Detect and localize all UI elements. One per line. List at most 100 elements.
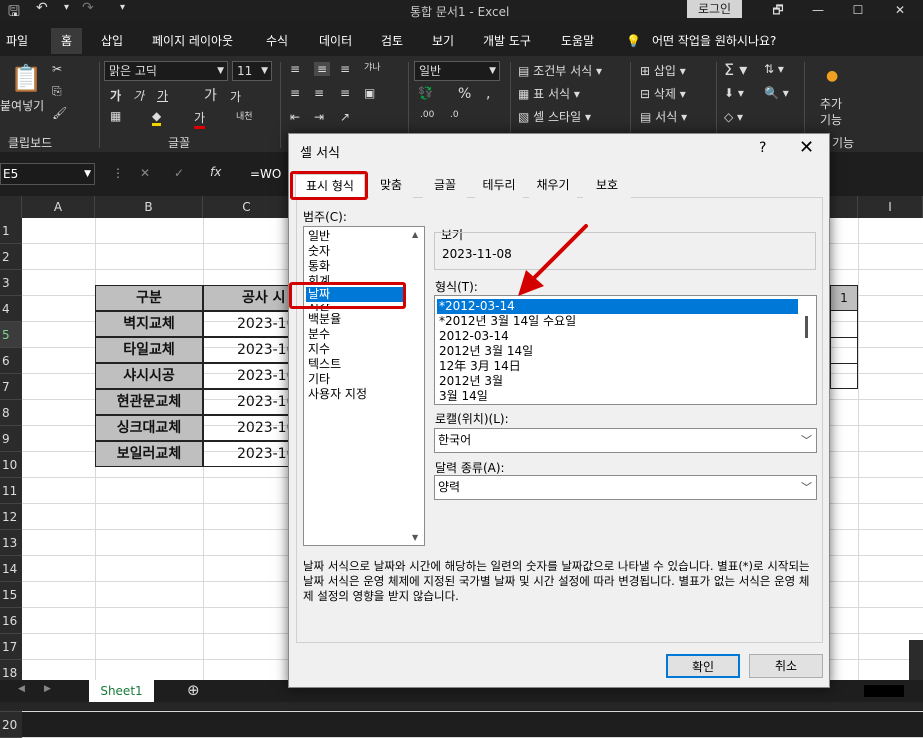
insert-cells-button[interactable]: ⊞ 삽입 ▾: [640, 62, 686, 79]
date-cell[interactable]: 2023-10: [203, 363, 291, 389]
insert-function-icon[interactable]: fx: [210, 165, 221, 179]
tab-file[interactable]: 파일: [6, 28, 28, 54]
underline-button[interactable]: 가: [157, 87, 168, 104]
list-item[interactable]: 2012-03-14: [439, 329, 509, 344]
addin-button[interactable]: 추가 기능: [820, 96, 842, 128]
column-header-b[interactable]: B: [95, 196, 203, 218]
tab-protection[interactable]: 보호: [583, 174, 631, 198]
sheet-tab-sheet1[interactable]: Sheet1: [89, 680, 154, 704]
row-header[interactable]: 15: [0, 582, 22, 608]
format-type-listbox[interactable]: *2012-03-14 *2012년 3월 14일 수요일 2012-03-14…: [434, 295, 817, 405]
phonetic-icon[interactable]: 내천: [236, 109, 253, 122]
find-select-icon[interactable]: 🔍 ▾: [764, 86, 789, 100]
list-item[interactable]: 텍스트: [308, 357, 341, 372]
number-format-combo[interactable]: 일반 ▼: [414, 61, 500, 81]
row-header[interactable]: 13: [0, 530, 22, 556]
locale-select[interactable]: 한국어 ﹀: [434, 428, 817, 453]
list-item[interactable]: 통화: [308, 259, 330, 274]
prev-sheet-icon[interactable]: ◀: [18, 684, 25, 694]
maximize-button[interactable]: ☐: [840, 0, 876, 22]
header-cell-right[interactable]: 1: [830, 285, 858, 311]
tab-font[interactable]: 글꼴: [423, 174, 467, 198]
horizontal-scrollbar[interactable]: [864, 685, 904, 697]
row-header[interactable]: 5: [0, 322, 22, 348]
list-item[interactable]: 3월 14일: [439, 389, 488, 404]
conditional-format-button[interactable]: ▤ 조건부 서식 ▾: [518, 62, 602, 79]
delete-cells-button[interactable]: ⊟ 삭제 ▾: [640, 85, 686, 102]
ok-button[interactable]: 확인: [666, 654, 740, 678]
format-cells-button[interactable]: ▤ 서식 ▾: [640, 108, 687, 125]
list-item[interactable]: 숫자: [308, 244, 330, 259]
font-name-combo[interactable]: 맑은 고딕 ▼: [104, 61, 228, 81]
row-header[interactable]: 16: [0, 608, 22, 634]
list-item[interactable]: 2012년 3월: [439, 374, 503, 389]
bold-button[interactable]: 가: [110, 87, 121, 104]
align-left-icon[interactable]: ≡: [290, 86, 300, 100]
list-item[interactable]: 2012년 3월 14일: [439, 344, 533, 359]
decrease-decimal-icon[interactable]: .0: [450, 110, 459, 120]
row-header[interactable]: 3: [0, 270, 22, 296]
date-cell[interactable]: 2023-10: [203, 389, 291, 415]
accounting-format-icon[interactable]: 💱: [418, 86, 433, 100]
next-sheet-icon[interactable]: ▶: [44, 684, 51, 694]
format-as-table-button[interactable]: ▦ 표 서식 ▾: [518, 85, 580, 102]
italic-button[interactable]: 가: [133, 87, 144, 104]
tab-page-layout[interactable]: 페이지 레이아웃: [152, 28, 233, 54]
increase-indent-icon[interactable]: ⇥: [314, 110, 324, 124]
row-header[interactable]: 11: [0, 478, 22, 504]
row-header[interactable]: 12: [0, 504, 22, 530]
list-item[interactable]: 사용자 지정: [308, 387, 367, 402]
header-cell-date[interactable]: 공사 시: [203, 285, 291, 311]
copy-icon[interactable]: ⎘: [52, 84, 62, 99]
column-header-h[interactable]: [830, 196, 858, 218]
decrease-indent-icon[interactable]: ⇤: [290, 110, 300, 124]
select-all-corner[interactable]: [0, 196, 22, 218]
row-header[interactable]: 14: [0, 556, 22, 582]
scroll-down-icon[interactable]: ▼: [412, 533, 418, 542]
top-align-icon[interactable]: ≡: [290, 62, 300, 76]
paste-icon[interactable]: 📋: [10, 64, 42, 94]
middle-align-icon[interactable]: ≡: [314, 62, 331, 76]
date-cell[interactable]: 2023-10: [203, 337, 291, 363]
orientation-icon[interactable]: ↗: [340, 110, 350, 124]
calendar-type-select[interactable]: 양력 ﹀: [434, 475, 817, 500]
paste-button[interactable]: 붙여넣기: [0, 97, 44, 114]
help-button[interactable]: ?: [759, 140, 766, 156]
save-icon[interactable]: 🖫: [8, 1, 20, 25]
decrease-font-button[interactable]: 가: [230, 88, 241, 105]
row-header[interactable]: 10: [0, 452, 22, 478]
tell-me-search[interactable]: 어떤 작업을 원하시나요?: [652, 28, 776, 54]
tab-fill[interactable]: 채우기: [529, 174, 577, 198]
list-item[interactable]: 지수: [308, 342, 330, 357]
fill-icon[interactable]: ⬇ ▾: [724, 86, 744, 100]
close-window-button[interactable]: ✕: [882, 0, 918, 22]
autosum-icon[interactable]: Σ ▾: [724, 60, 747, 79]
undo-icon[interactable]: ↶: [36, 0, 48, 16]
tab-help[interactable]: 도움말: [561, 28, 594, 54]
align-center-icon[interactable]: ≡: [314, 86, 324, 100]
name-box[interactable]: E5 ▼: [0, 163, 95, 185]
column-header-c[interactable]: C: [203, 196, 291, 218]
format-list-scrollbar[interactable]: [805, 316, 808, 338]
tab-formulas[interactable]: 수식: [266, 28, 288, 54]
table-row[interactable]: 타일교체: [95, 337, 203, 363]
font-color-icon[interactable]: 가: [194, 109, 206, 129]
row-header[interactable]: 6: [0, 348, 22, 374]
row-header[interactable]: 4: [0, 296, 22, 322]
row-header[interactable]: 7: [0, 374, 22, 400]
enter-icon[interactable]: ✓: [174, 166, 184, 180]
tab-home[interactable]: 홈: [51, 28, 83, 54]
format-painter-icon[interactable]: 🖌: [52, 106, 67, 120]
close-icon[interactable]: ✕: [799, 137, 814, 158]
header-cell-category[interactable]: 구분: [95, 285, 203, 311]
fill-color-icon[interactable]: ◆: [152, 109, 162, 126]
vertical-scrollbar[interactable]: [909, 640, 923, 680]
cancel-entry-icon[interactable]: ✕: [140, 166, 150, 180]
column-header-a[interactable]: A: [22, 196, 95, 218]
row-header[interactable]: 9: [0, 426, 22, 452]
tab-view[interactable]: 보기: [432, 28, 454, 54]
tab-insert[interactable]: 삽입: [101, 28, 123, 54]
date-cell[interactable]: 2023-10: [203, 415, 291, 441]
align-right-icon[interactable]: ≡: [340, 86, 350, 100]
tab-review[interactable]: 검토: [381, 28, 403, 54]
